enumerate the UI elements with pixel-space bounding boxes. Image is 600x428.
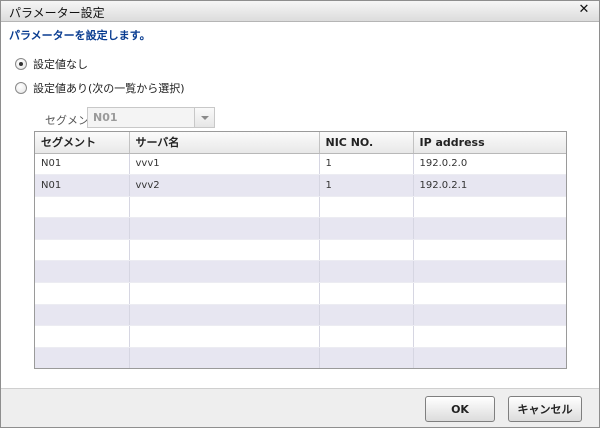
chevron-down-icon[interactable] (194, 108, 214, 127)
radio-select-from-list[interactable] (15, 82, 27, 94)
segment-select-value: N01 (93, 111, 118, 124)
column-header-server-name[interactable]: サーバ名 (129, 132, 320, 154)
option-select-from-list[interactable]: 設定値あり(次の一覧から選択) (15, 80, 185, 96)
table-row[interactable]: N01 vvv1 1 192.0.2.0 (35, 153, 566, 176)
cell-nic-no (319, 196, 414, 219)
cell-segment (35, 347, 130, 368)
cell-server-name (129, 196, 320, 219)
cell-server-name (129, 239, 320, 262)
cell-server-name (129, 347, 320, 368)
option-no-value[interactable]: 設定値なし (15, 56, 88, 72)
cancel-button[interactable]: キャンセル (508, 396, 582, 422)
cell-segment (35, 282, 130, 305)
table-header-row: セグメント サーバ名 NIC NO. IP address (35, 132, 566, 154)
dialog-title: パラメーター設定 (9, 6, 105, 20)
cell-server-name (129, 260, 320, 284)
cell-server-name (129, 325, 320, 348)
cell-server-name (129, 217, 320, 240)
cell-segment (35, 260, 130, 284)
radio-no-value[interactable] (15, 58, 27, 70)
cell-nic-no (319, 239, 414, 262)
table-row[interactable] (35, 304, 566, 327)
cell-ip-address (413, 325, 566, 348)
ok-button[interactable]: OK (425, 396, 495, 422)
cell-nic-no (319, 217, 414, 240)
column-header-segment[interactable]: セグメント (35, 132, 130, 154)
cell-ip-address (413, 282, 566, 305)
cell-nic-no (319, 282, 414, 305)
cell-ip-address (413, 304, 566, 327)
parameter-settings-dialog: パラメーター設定 ✕ パラメーターを設定します。 設定値なし 設定値あり(次の一… (0, 0, 600, 428)
table-row[interactable]: N01 vvv2 1 192.0.2.1 (35, 174, 566, 197)
cell-nic-no (319, 347, 414, 368)
table-row[interactable] (35, 217, 566, 240)
cell-ip-address: 192.0.2.1 (413, 174, 566, 197)
cell-server-name: vvv1 (129, 153, 320, 176)
cell-server-name (129, 282, 320, 305)
table-row[interactable] (35, 347, 566, 368)
cell-segment (35, 239, 130, 262)
cell-segment: N01 (35, 174, 130, 197)
close-icon[interactable]: ✕ (577, 3, 591, 17)
cell-ip-address (413, 260, 566, 284)
title-bar: パラメーター設定 ✕ (1, 1, 599, 22)
cell-segment: N01 (35, 153, 130, 176)
cell-ip-address (413, 239, 566, 262)
cell-nic-no (319, 325, 414, 348)
table-row[interactable] (35, 196, 566, 219)
cell-server-name: vvv2 (129, 174, 320, 197)
column-header-ip-address[interactable]: IP address (413, 132, 566, 154)
option-select-from-list-label: 設定値あり(次の一覧から選択) (33, 82, 185, 95)
cell-nic-no (319, 260, 414, 284)
cell-ip-address (413, 196, 566, 219)
cell-segment (35, 196, 130, 219)
cell-nic-no: 1 (319, 174, 414, 197)
cell-segment (35, 217, 130, 240)
table-row[interactable] (35, 239, 566, 262)
cell-nic-no: 1 (319, 153, 414, 176)
parameter-table: セグメント サーバ名 NIC NO. IP address N01 vvv1 1… (34, 131, 567, 369)
table-row[interactable] (35, 325, 566, 348)
segment-select[interactable]: N01 (87, 107, 215, 128)
cell-segment (35, 304, 130, 327)
option-no-value-label: 設定値なし (33, 58, 88, 71)
cell-nic-no (319, 304, 414, 327)
column-header-nic-no[interactable]: NIC NO. (319, 132, 414, 154)
table-row[interactable] (35, 260, 566, 284)
cell-segment (35, 325, 130, 348)
cell-ip-address: 192.0.2.0 (413, 153, 566, 176)
table-row[interactable] (35, 282, 566, 305)
cell-ip-address (413, 347, 566, 368)
cell-server-name (129, 304, 320, 327)
cell-ip-address (413, 217, 566, 240)
dialog-subtitle: パラメーターを設定します。 (9, 29, 151, 42)
